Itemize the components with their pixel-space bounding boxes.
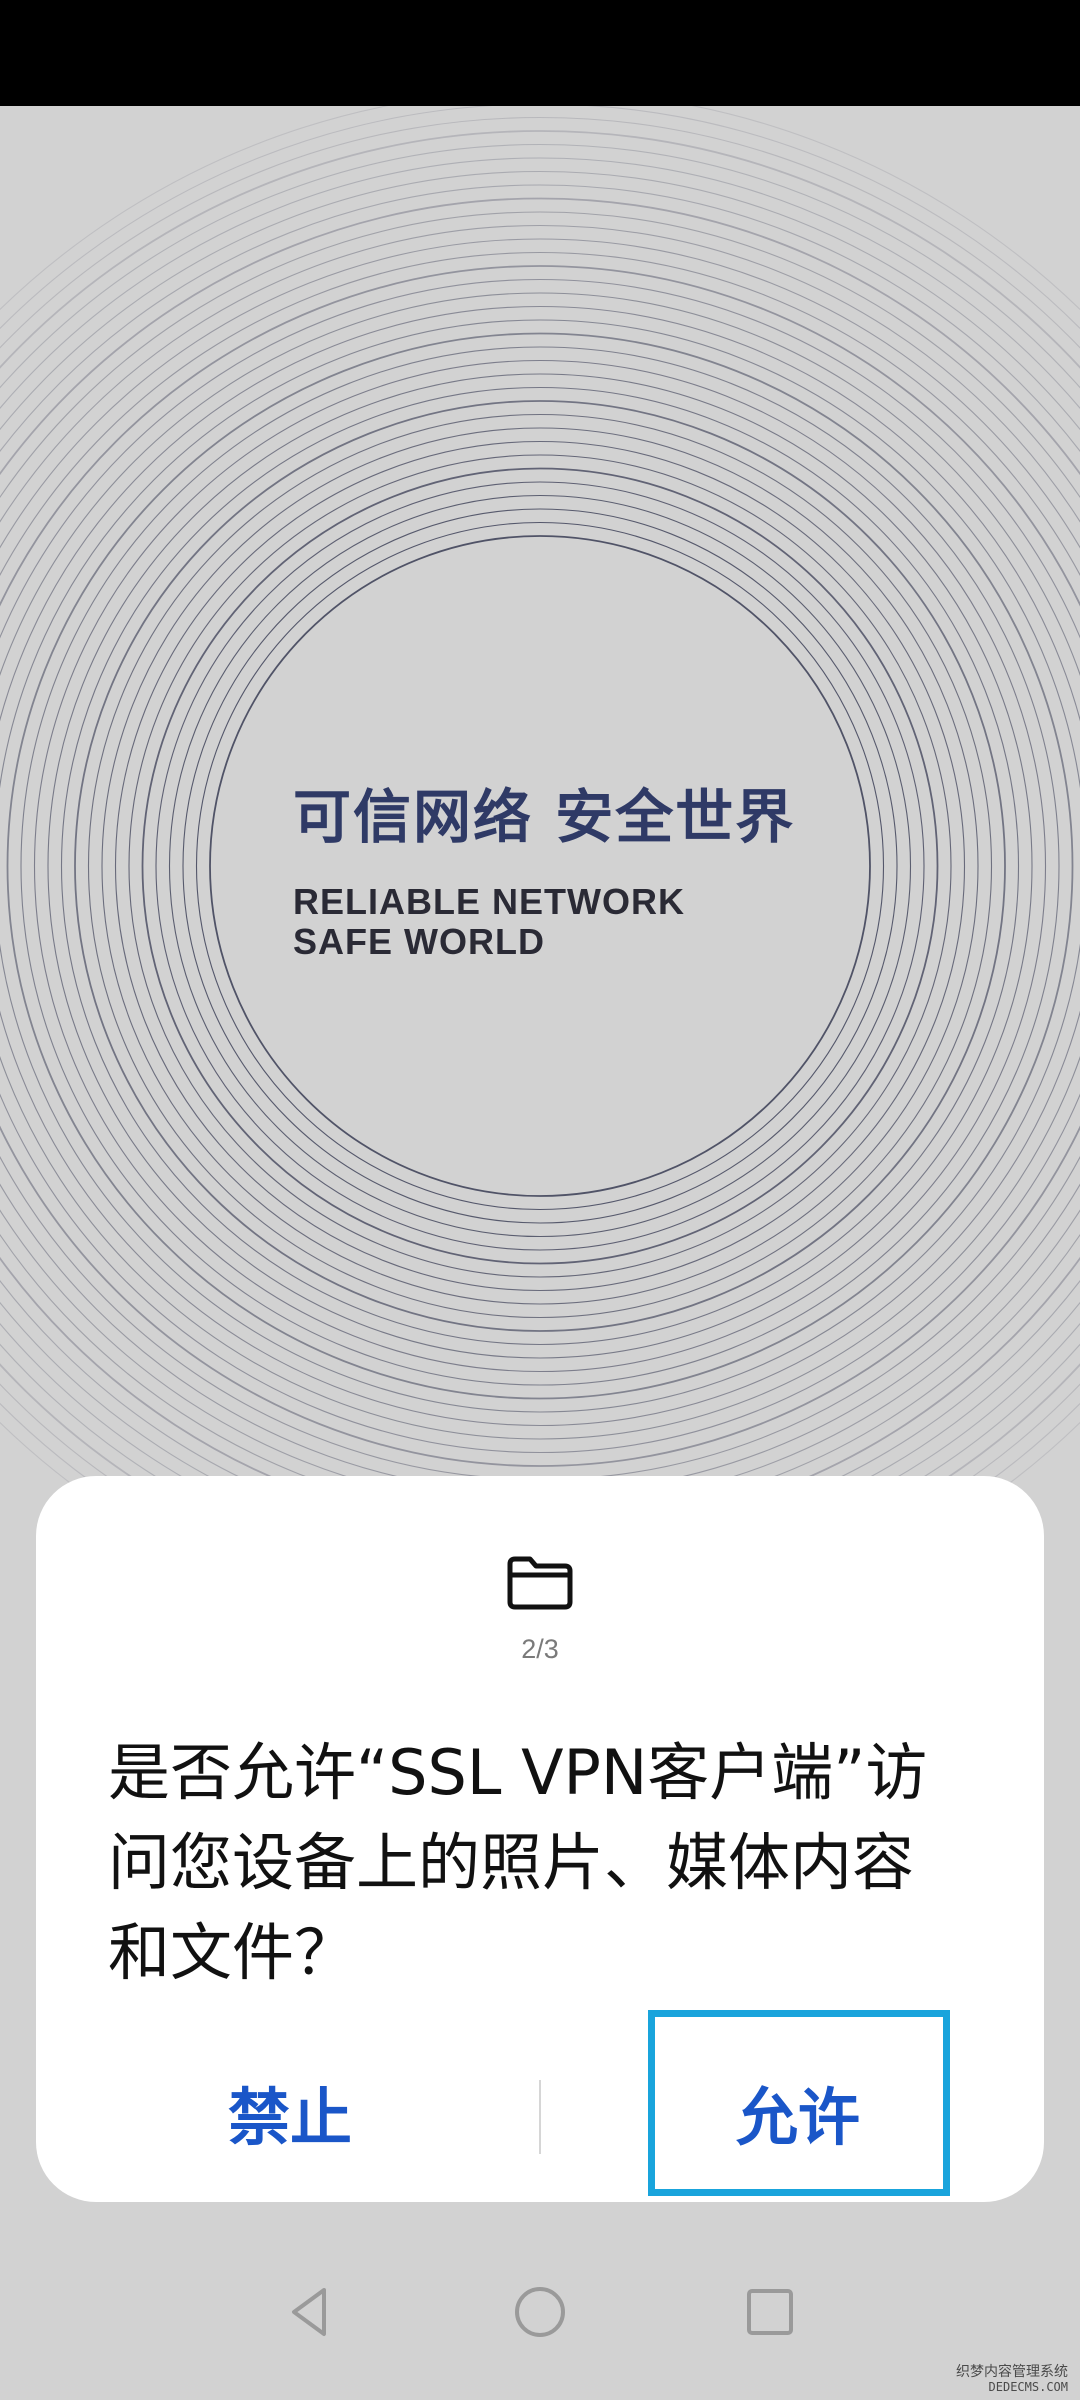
- slogan-english-line1: RELIABLE NETWORK: [293, 881, 685, 922]
- watermark-line1: 织梦内容管理系统: [956, 2364, 1068, 2380]
- home-circle-icon[interactable]: [510, 2282, 570, 2342]
- back-triangle-icon[interactable]: [280, 2282, 340, 2342]
- button-divider: [539, 2080, 541, 2154]
- permission-dialog: 2/3 是否允许“SSL VPN客户端”访问您设备上的照片、媒体内容和文件？ 禁…: [36, 1476, 1044, 2202]
- status-bar: [0, 0, 1080, 106]
- folder-icon: [507, 1556, 573, 1610]
- slogan: 可信网络 安全世界 RELIABLE NETWORK SAFE WORLD: [293, 782, 853, 962]
- step-indicator: 2/3: [521, 1634, 559, 1664]
- watermark-line2: DEDECMS.COM: [988, 2380, 1068, 2394]
- recents-square-icon[interactable]: [740, 2282, 800, 2342]
- allow-button[interactable]: 允许: [616, 2064, 980, 2172]
- deny-button[interactable]: 禁止: [108, 2064, 472, 2172]
- slogan-chinese: 可信网络 安全世界: [293, 783, 796, 851]
- slogan-english-line2: SAFE WORLD: [293, 921, 545, 962]
- permission-message: 是否允许“SSL VPN客户端”访问您设备上的照片、媒体内容和文件？: [108, 1736, 928, 1989]
- navigation-bar: [0, 2220, 1080, 2400]
- watermark: 织梦内容管理系统 DEDECMS.COM: [950, 2364, 1068, 2394]
